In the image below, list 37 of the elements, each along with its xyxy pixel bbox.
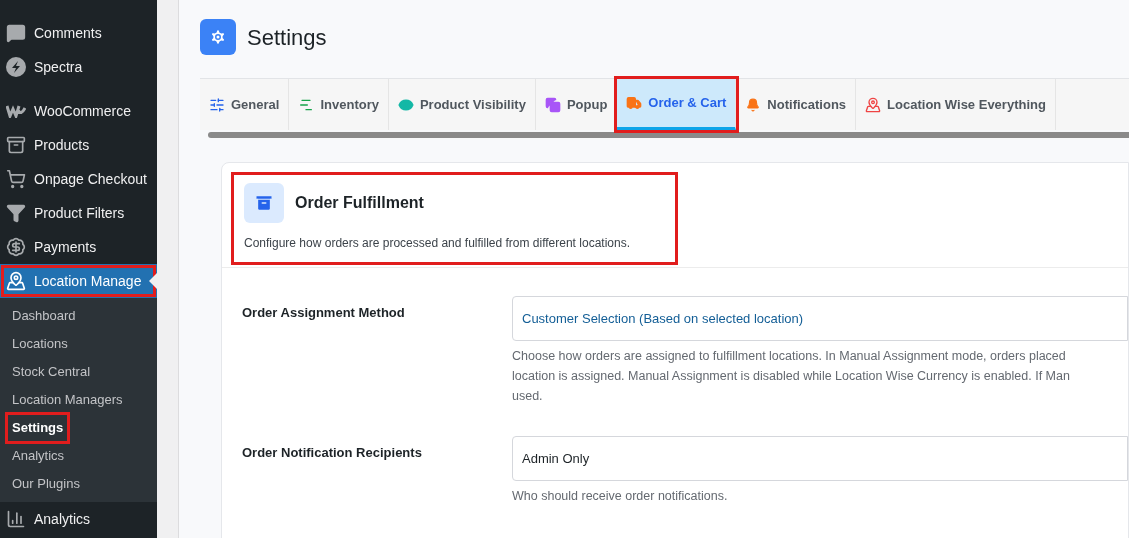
sidebar-item[interactable]: Payments — [0, 230, 157, 264]
field-label: Order Notification Recipients — [242, 444, 423, 462]
speech-bubble-icon — [6, 23, 26, 43]
section-description: Configure how orders are processed and fulfilled from different locations. — [244, 235, 631, 252]
shopping-cart-icon — [6, 169, 26, 189]
funnel-icon — [6, 203, 26, 223]
archive-badge-icon — [244, 183, 284, 223]
submenu-item[interactable]: Settings — [5, 412, 71, 444]
gear-badge-icon — [200, 19, 236, 55]
select-field[interactable]: Customer Selection (Based on selected location) — [512, 296, 1128, 341]
sidebar-item[interactable]: Product Filters — [0, 196, 157, 230]
settings-tab[interactable]: Inventory — [289, 79, 389, 130]
field-help: Who should receive order notifications. — [512, 488, 729, 505]
sidebar-item[interactable]: Onpage Checkout — [0, 162, 157, 196]
page-title: Settings — [247, 23, 327, 52]
field-help: Choose how orders are assigned to fulfillment locations. In Manual Assignment mode, orders placed location is assigned. Manual Assignment is disabled while Location Wise Currency is enabled. If Man used. — [512, 348, 1071, 405]
sidebar-item[interactable]: Comments — [0, 16, 157, 50]
pointer-icon — [149, 273, 157, 289]
field-label: Order Assignment Method — [242, 304, 406, 322]
map-pin-icon — [6, 271, 26, 291]
sidebar-item[interactable]: WooCommerce — [0, 94, 157, 128]
sidebar-item[interactable]: Location Manage — [0, 264, 157, 298]
sidebar-item[interactable]: Products — [0, 128, 157, 162]
settings-tab[interactable]: Location Wise Everything — [856, 79, 1056, 130]
bolt-circle-icon — [6, 57, 26, 77]
sidebar-item[interactable]: Spectra — [0, 50, 157, 84]
bar-chart-icon — [6, 509, 26, 529]
section-title: Order Fulfillment — [295, 193, 424, 213]
settings-tab[interactable]: Order & Cart — [617, 79, 737, 130]
settings-tab[interactable]: Product Visibility — [388, 79, 536, 130]
select-field[interactable]: Admin Only — [512, 436, 1128, 481]
settings-tab[interactable]: Notifications — [736, 79, 857, 130]
w-logo-icon — [6, 104, 26, 118]
dollar-icon — [6, 237, 26, 257]
sidebar-item[interactable]: Analytics — [0, 502, 157, 536]
archive-box-icon — [6, 135, 26, 155]
settings-tab[interactable]: General — [200, 79, 290, 130]
